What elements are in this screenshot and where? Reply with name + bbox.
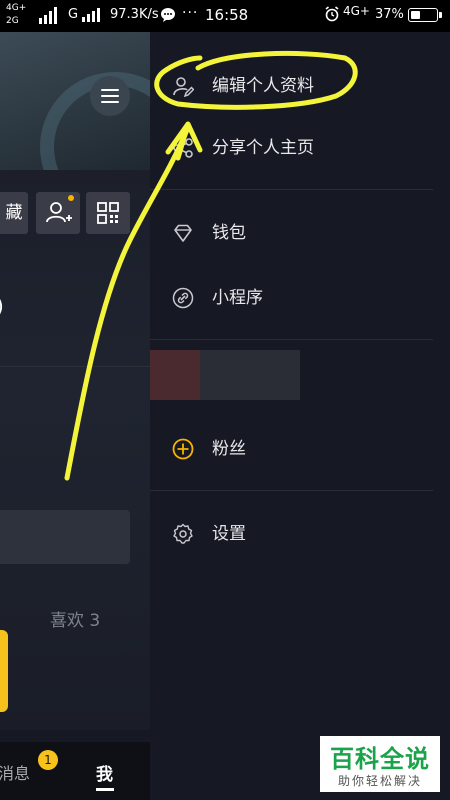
battery-percent: 37%	[375, 7, 404, 22]
drawer-item-label: 分享个人主页	[212, 138, 314, 158]
drawer-item-edit-profile[interactable]: 编辑个人资料	[150, 58, 450, 114]
drawer-item-label: 设置	[212, 524, 246, 544]
tab-me-indicator	[96, 788, 114, 791]
hamburger-line-icon	[101, 95, 119, 97]
blurred-region	[200, 350, 300, 400]
hamburger-line-icon	[101, 89, 119, 91]
mini-program-link-icon	[172, 287, 194, 309]
yellow-side-tab[interactable]	[0, 630, 8, 712]
drawer-divider	[150, 339, 433, 340]
tab-likes[interactable]: 喜欢 3	[50, 606, 100, 631]
new-friend-dot	[68, 195, 74, 201]
more-notifications: ···	[182, 5, 199, 21]
chat-notification-icon	[161, 8, 175, 22]
watermark-title: 百科全说	[330, 745, 430, 773]
drawer-item-share-profile[interactable]: 分享个人主页	[150, 120, 450, 176]
tab-messages[interactable]: 消息	[0, 760, 30, 784]
qr-code-button[interactable]	[86, 192, 130, 234]
hamburger-line-icon	[101, 101, 119, 103]
settings-gear-icon	[173, 523, 193, 544]
drawer-item-label: 编辑个人资料	[212, 76, 314, 96]
network-type-right: 4G+	[343, 4, 370, 18]
profile-page: 藏 ) 喜欢 3 消息 1 我	[0, 32, 150, 800]
profile-body	[0, 170, 150, 730]
tab-me[interactable]: 我	[96, 760, 113, 785]
watermark-logo: 百科全说 助你轻松解决	[320, 736, 440, 792]
network-type-indicator: 4G+ 2G	[6, 3, 27, 26]
edit-profile-icon	[173, 77, 194, 97]
profile-divider	[0, 366, 150, 367]
drawer-divider	[150, 189, 433, 190]
drawer-divider	[150, 490, 433, 491]
clock: 16:58	[205, 6, 249, 24]
drawer-item-mini-program[interactable]: 小程序	[150, 270, 450, 326]
drawer-item-settings[interactable]: 设置	[150, 506, 450, 562]
drawer-item-label: 小程序	[212, 288, 263, 308]
blurred-region	[150, 350, 200, 400]
status-bar: 4G+ 2G G 97.3K/s ··· 16:58 4G+ 37%	[0, 0, 450, 32]
carrier-g-label: G	[68, 7, 79, 22]
messages-badge: 1	[38, 750, 58, 770]
network-speed: 97.3K/s	[110, 7, 159, 22]
watermark-subtitle: 助你轻松解决	[337, 774, 422, 788]
side-drawer: 编辑个人资料 分享个人主页 钱包 小程序 粉丝 设置	[150, 32, 450, 800]
signal-icon-2	[82, 8, 100, 22]
battery-icon	[408, 8, 438, 22]
qr-code-icon	[97, 202, 119, 224]
drawer-item-fans[interactable]: 粉丝	[150, 421, 450, 477]
bottom-tabbar: 消息 1 我	[0, 742, 150, 800]
favorites-button[interactable]: 藏	[0, 192, 28, 234]
battery-cap	[439, 12, 442, 18]
profile-info-card	[0, 510, 130, 564]
alarm-icon	[325, 6, 339, 22]
drawer-item-label: 钱包	[212, 223, 246, 243]
fans-plus-icon	[172, 438, 194, 460]
share-icon	[173, 138, 193, 158]
profile-cover	[0, 32, 150, 222]
drawer-item-wallet[interactable]: 钱包	[150, 205, 450, 261]
wallet-diamond-icon	[174, 224, 192, 242]
battery-fill	[411, 11, 420, 19]
menu-button[interactable]	[90, 76, 130, 116]
profile-partial-text: )	[0, 294, 4, 318]
signal-icon	[39, 7, 57, 24]
drawer-item-label: 粉丝	[212, 439, 246, 459]
